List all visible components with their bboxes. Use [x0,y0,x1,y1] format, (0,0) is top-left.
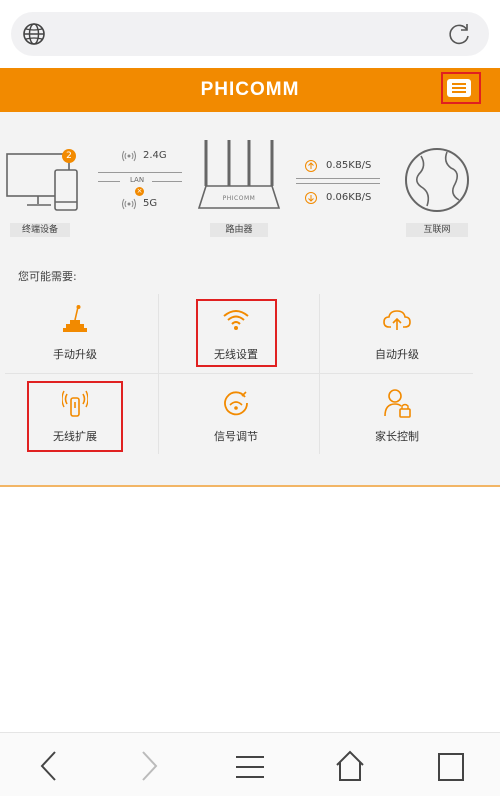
download-icon [305,192,317,204]
brand-logo: PHICOMM [200,79,300,100]
tabs-icon[interactable] [437,752,465,782]
grid-divider [5,373,473,374]
forward-icon[interactable] [138,750,160,782]
menu-lines-icon[interactable] [235,754,265,780]
content-bottom-border [0,485,500,487]
tile-label: 无线扩展 [53,430,97,443]
lan-status-icon: × [135,187,144,196]
router-icon[interactable] [196,138,282,214]
upload-speed: 0.85KB/S [326,160,372,171]
back-icon[interactable] [38,750,60,782]
address-bar[interactable] [11,12,489,56]
link-line [98,172,182,173]
speed-divider-top [296,178,380,179]
cloud-upload-icon [383,310,411,330]
band-24-label: 2.4G [143,150,167,161]
tile-label: 手动升级 [53,348,97,361]
home-icon[interactable] [335,750,365,782]
device-count-badge: 2 [62,149,76,163]
wireless-extender-icon [62,390,88,417]
upload-icon [305,160,317,172]
signal-adjust-icon [224,391,248,416]
tile-label: 自动升级 [375,348,419,361]
speed-divider-bottom [296,183,380,184]
tile-label: 家长控制 [375,430,419,443]
menu-icon[interactable] [447,79,471,97]
tile-label: 信号调节 [214,430,258,443]
router-label: 路由器 [210,223,268,237]
lan-line-right [152,181,182,182]
wifi-signal-icon [122,150,136,162]
wifi-icon [223,310,249,330]
lan-line-left [98,181,120,182]
band-5-label: 5G [143,198,158,209]
router-brand: PHICOMM [222,195,256,202]
tile-label: 无线设置 [214,348,258,361]
internet-label: 互联网 [406,223,468,237]
reload-icon[interactable] [446,21,472,47]
internet-globe-icon[interactable] [403,146,471,214]
download-speed: 0.06KB/S [326,192,372,203]
parental-control-icon [384,389,411,418]
devices-label: 终端设备 [10,223,70,237]
lan-label: LAN [130,176,145,184]
globe-icon [23,23,45,45]
manual-upgrade-icon [63,305,87,332]
section-title: 您可能需要: [18,270,77,283]
wifi-signal-icon [122,198,136,210]
